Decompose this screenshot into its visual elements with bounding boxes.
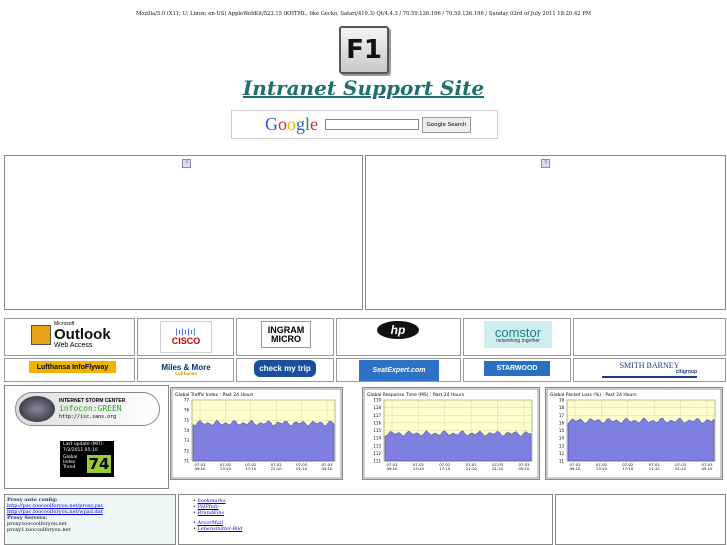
comstor-logo[interactable]: comstor networking together [484,321,552,348]
index-label: Global Index Trend [63,455,78,470]
logo-cell-lufthansa[interactable]: Lufthansa InfoFlyway [4,358,135,382]
cisco-label: CISCO [171,335,201,346]
lebensmittel-link[interactable]: Lebensmittel-Bild [198,526,243,532]
logo-cell-ingram[interactable]: INGRAM MICRO [236,318,334,356]
isc-box: INTERNET STORM CENTER infocon:GREEN http… [4,385,169,489]
outlook-logo[interactable]: Microsoft Outlook Web Access [31,321,113,349]
miles-sub-label: Lufthansa [175,371,197,377]
last-update-label: Last update (MIT): [63,442,105,447]
smith-barney-label: SMITH BARNEY [619,360,680,370]
hp-logo[interactable]: hp [377,321,419,339]
broken-image-icon: ? [541,159,550,168]
ingram-label: INGRAM MICRO [267,324,305,344]
logo-cell-cisco[interactable]: |ı|ı|ı| CISCO [137,318,234,356]
ingram-micro-logo[interactable]: INGRAM MICRO [261,321,311,348]
list-item: • Lebensmittel-Bild [193,526,243,532]
comstor-sub-label: networking together [496,337,540,344]
infocon-status: infocon:GREEN [59,404,122,414]
google-search-box: Google Google Search [231,110,498,139]
google-logo: Google [265,114,319,134]
smith-barney-logo[interactable]: SMITH BARNEY citigroup [602,360,697,378]
logo-cell-empty [573,318,726,356]
hp-label: hp [390,323,406,337]
search-input[interactable] [325,119,419,130]
logo-cell-miles[interactable]: Miles & More Lufthansa [137,358,234,382]
packet-graph-panel [545,387,723,480]
miles-more-logo[interactable]: Miles & More Lufthansa [156,361,216,380]
lufthansa-logo[interactable]: Lufthansa InfoFlyway [29,361,116,373]
index-value: 74 [87,455,111,473]
f1-logo: F1 [339,26,389,74]
left-frame: ? [4,155,363,310]
starwood-logo[interactable]: STARWOOD [484,361,550,376]
proxy-server-2: proxy1.toocoolforyou.net [7,527,71,533]
response-graph-panel [362,387,540,480]
isc-url: http://isc.sans.org [59,413,117,420]
logo-cell-outlook[interactable]: Microsoft Outlook Web Access [4,318,135,356]
brandeins-link[interactable]: BrandEins [198,510,225,516]
broken-image-icon: ? [182,159,191,168]
outlook-sub-text: Web Access [54,341,93,349]
right-frame: ? [365,155,726,310]
citigroup-label: citigroup [675,368,697,375]
seatexpert-label: SeatExpert.com [372,367,426,374]
proxy-panel: Proxy auto config: http://pac.toocoolfor… [4,494,176,545]
checkmytrip-logo[interactable]: check my trip [254,360,316,377]
starwood-label: STARWOOD [496,365,538,372]
isc-logo[interactable]: INTERNET STORM CENTER infocon:GREEN http… [15,392,160,426]
seatexpert-logo[interactable]: SeatExpert.com [359,360,439,381]
site-title[interactable]: Intranet Support Site [0,76,727,100]
logo-cell-starwood[interactable]: STARWOOD [463,358,571,382]
links-panel: • bookmarks • PHPInfo • BrandEins • Arco… [178,494,553,545]
google-search-button[interactable]: Google Search [422,117,471,133]
traffic-graph-panel [170,387,343,480]
logo-cell-seatexpert[interactable]: SeatExpert.com [336,358,461,382]
logo-cell-comstor[interactable]: comstor networking together [463,318,571,356]
cisco-logo[interactable]: |ı|ı|ı| CISCO [160,321,212,353]
logo-cell-hp[interactable]: hp [336,318,461,356]
last-update-value: 7/3/2011 05:10 [63,448,98,453]
empty-panel [555,494,726,545]
checkmytrip-label: check my trip [259,364,311,373]
logo-cell-checkmytrip[interactable]: check my trip [236,358,334,382]
user-agent-line: Mozilla/5.0 (X11; U; Linux; en-US) Apple… [135,11,592,17]
lufthansa-label: Lufthansa InfoFlyway [36,363,109,371]
outlook-big-text: Outlook [54,325,111,343]
logo-cell-smithbarney[interactable]: SMITH BARNEY citigroup [573,358,726,382]
global-index-widget[interactable]: Last update (MIT): 7/3/2011 05:10 Global… [60,441,114,477]
comstor-label: comstor [494,324,542,340]
